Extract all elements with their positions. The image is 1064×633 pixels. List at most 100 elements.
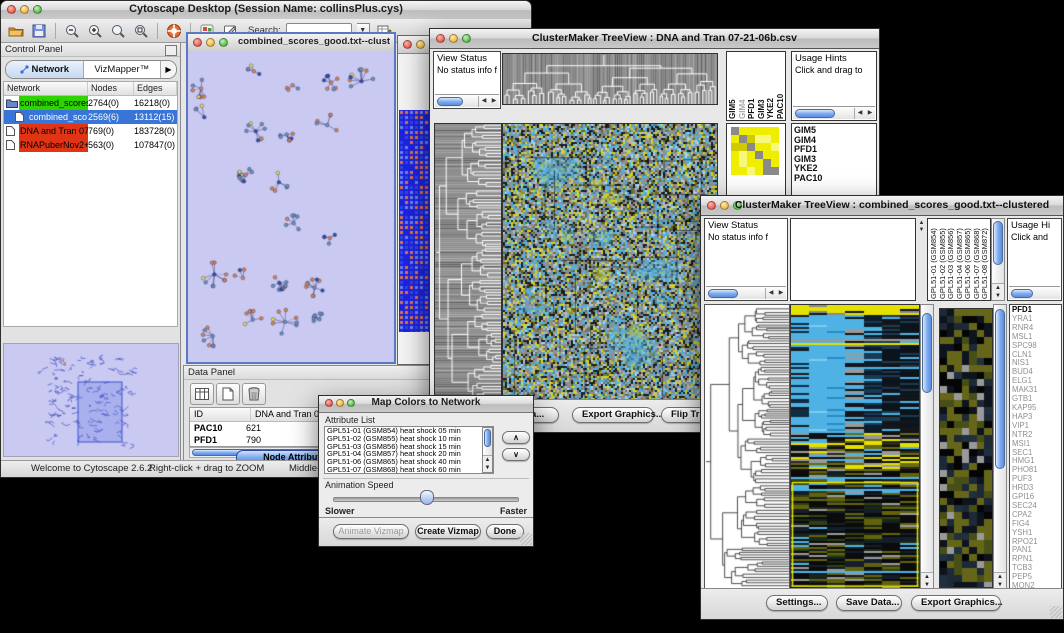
close-icon[interactable] xyxy=(403,40,412,49)
resize-grip[interactable] xyxy=(1050,606,1062,618)
network-overview-panel[interactable] xyxy=(3,343,179,457)
scroll-up-icon[interactable]: ▲ xyxy=(917,220,926,227)
gene-label[interactable]: PAC10 xyxy=(792,174,876,184)
close-icon[interactable] xyxy=(193,38,202,47)
move-up-button[interactable]: ∧ xyxy=(502,431,530,444)
matrix-cell[interactable] xyxy=(739,167,747,175)
dialog-titlebar[interactable]: Map Colors to Network xyxy=(319,396,533,413)
trash-icon[interactable] xyxy=(242,383,266,405)
matrix-cell[interactable] xyxy=(763,127,771,135)
hscrollbar[interactable]: ◀▶ xyxy=(435,94,499,107)
correlation-matrix[interactable] xyxy=(731,127,779,175)
column-label[interactable]: YKE2 xyxy=(767,63,776,119)
network-overview-canvas[interactable] xyxy=(4,344,176,454)
matrix-cell[interactable] xyxy=(747,127,755,135)
matrix-cell[interactable] xyxy=(755,151,763,159)
scroll-up-icon[interactable]: ▲ xyxy=(921,573,933,581)
network-graph-canvas[interactable] xyxy=(188,51,394,362)
export-graphics-button[interactable]: Export Graphics... xyxy=(911,595,1001,611)
new-attribute-icon[interactable] xyxy=(216,383,240,405)
column-label[interactable]: PFD1 xyxy=(748,63,757,119)
resize-grip[interactable] xyxy=(520,533,532,545)
cytoscape-titlebar[interactable]: Cytoscape Desktop (Session Name: collins… xyxy=(1,1,531,20)
matrix-cell[interactable] xyxy=(755,159,763,167)
heatmap-canvas[interactable] xyxy=(790,304,920,590)
matrix-cell[interactable] xyxy=(731,127,739,135)
save-data-button[interactable]: Save Data... xyxy=(836,595,902,611)
matrix-cell[interactable] xyxy=(771,135,779,143)
scrollbar-thumb[interactable] xyxy=(795,109,835,118)
matrix-cell[interactable] xyxy=(763,135,771,143)
col-network[interactable]: Network xyxy=(4,82,88,95)
network-view-titlebar[interactable]: combined_scores_good.txt--cluste... xyxy=(188,34,394,52)
scroll-right-icon[interactable]: ▶ xyxy=(489,96,499,107)
scrollbar-thumb[interactable] xyxy=(708,289,738,298)
matrix-cell[interactable] xyxy=(755,135,763,143)
tab-vizmapper[interactable]: VizMapper™ xyxy=(84,61,161,78)
save-icon[interactable] xyxy=(30,22,48,40)
tab-network[interactable]: Network xyxy=(6,61,84,78)
column-dendrogram-area[interactable] xyxy=(790,218,916,301)
treeview2-titlebar[interactable]: ClusterMaker TreeView : combined_scores_… xyxy=(701,196,1063,216)
matrix-cell[interactable] xyxy=(771,167,779,175)
column-label[interactable]: GIM5 xyxy=(729,63,738,119)
col-id[interactable]: ID xyxy=(190,408,251,421)
hscrollbar[interactable]: ◀▶ xyxy=(793,106,875,119)
matrix-cell[interactable] xyxy=(731,151,739,159)
zoom-out-icon[interactable] xyxy=(63,22,81,40)
settings-button[interactable]: Settings... xyxy=(766,595,828,611)
matrix-cell[interactable] xyxy=(739,151,747,159)
minimize-icon[interactable] xyxy=(416,40,425,49)
matrix-cell[interactable] xyxy=(731,135,739,143)
close-icon[interactable] xyxy=(707,201,716,210)
scroll-left-icon[interactable]: ◀ xyxy=(479,96,489,107)
attribute-list[interactable]: GPL51-01 (GSM854) heat shock 05 minGPL51… xyxy=(324,426,494,474)
column-label[interactable]: PAC10 xyxy=(777,63,786,119)
matrix-cell[interactable] xyxy=(755,127,763,135)
matrix-cell[interactable] xyxy=(739,159,747,167)
scroll-down-icon[interactable]: ▼ xyxy=(483,464,492,472)
scroll-down-icon[interactable]: ▼ xyxy=(992,292,1004,300)
matrix-cell[interactable] xyxy=(731,167,739,175)
heatmap-canvas[interactable] xyxy=(502,123,718,403)
scroll-down-icon[interactable]: ▼ xyxy=(917,227,926,234)
zoomed-heatmap-canvas[interactable] xyxy=(939,308,993,588)
network-table-row[interactable]: combined_sco2569(6)13112(15) xyxy=(4,110,177,124)
matrix-cell[interactable] xyxy=(771,127,779,135)
close-icon[interactable] xyxy=(7,5,16,14)
help-icon[interactable] xyxy=(165,22,183,40)
float-panel-icon[interactable] xyxy=(165,45,177,56)
zoom-in-icon[interactable] xyxy=(86,22,104,40)
column-dendrogram-canvas[interactable] xyxy=(502,53,718,105)
heatmap-vscrollbar[interactable]: ▲▼ xyxy=(920,304,934,590)
create-vizmap-button[interactable]: Create Vizmap xyxy=(415,524,481,539)
matrix-cell[interactable] xyxy=(747,159,755,167)
mini-scroll-arrows[interactable]: ▲▼ xyxy=(917,220,926,234)
done-button[interactable]: Done xyxy=(486,524,524,539)
scroll-up-icon[interactable]: ▲ xyxy=(992,284,1004,292)
scroll-left-icon[interactable]: ◀ xyxy=(855,108,865,119)
matrix-cell[interactable] xyxy=(747,143,755,151)
col-edges[interactable]: Edges xyxy=(134,82,177,95)
matrix-cell[interactable] xyxy=(771,151,779,159)
zoom-fit-icon[interactable] xyxy=(132,22,150,40)
minimize-icon[interactable] xyxy=(206,38,215,47)
attribute-list-scrollbar[interactable]: ▲▼ xyxy=(482,427,493,473)
scroll-left-icon[interactable]: ◀ xyxy=(766,288,776,299)
scrollbar-thumb[interactable] xyxy=(993,221,1003,265)
hscrollbar[interactable] xyxy=(1009,286,1060,299)
matrix-cell[interactable] xyxy=(739,127,747,135)
column-label[interactable]: GIM4 xyxy=(739,63,748,119)
scroll-up-icon[interactable]: ▲ xyxy=(483,456,492,464)
matrix-cell[interactable] xyxy=(763,143,771,151)
matrix-cell[interactable] xyxy=(747,135,755,143)
matrix-cell[interactable] xyxy=(755,143,763,151)
network-table-row[interactable]: RNAPuberNov2+563(0)107847(0) xyxy=(4,138,177,152)
matrix-cell[interactable] xyxy=(763,167,771,175)
scrollbar-thumb[interactable] xyxy=(995,309,1005,469)
row-dendrogram-canvas[interactable] xyxy=(704,304,790,590)
matrix-cell[interactable] xyxy=(771,143,779,151)
speed-slider-thumb[interactable] xyxy=(420,490,434,505)
hscrollbar[interactable]: ◀▶ xyxy=(706,286,786,299)
scrollbar-thumb[interactable] xyxy=(922,313,932,393)
